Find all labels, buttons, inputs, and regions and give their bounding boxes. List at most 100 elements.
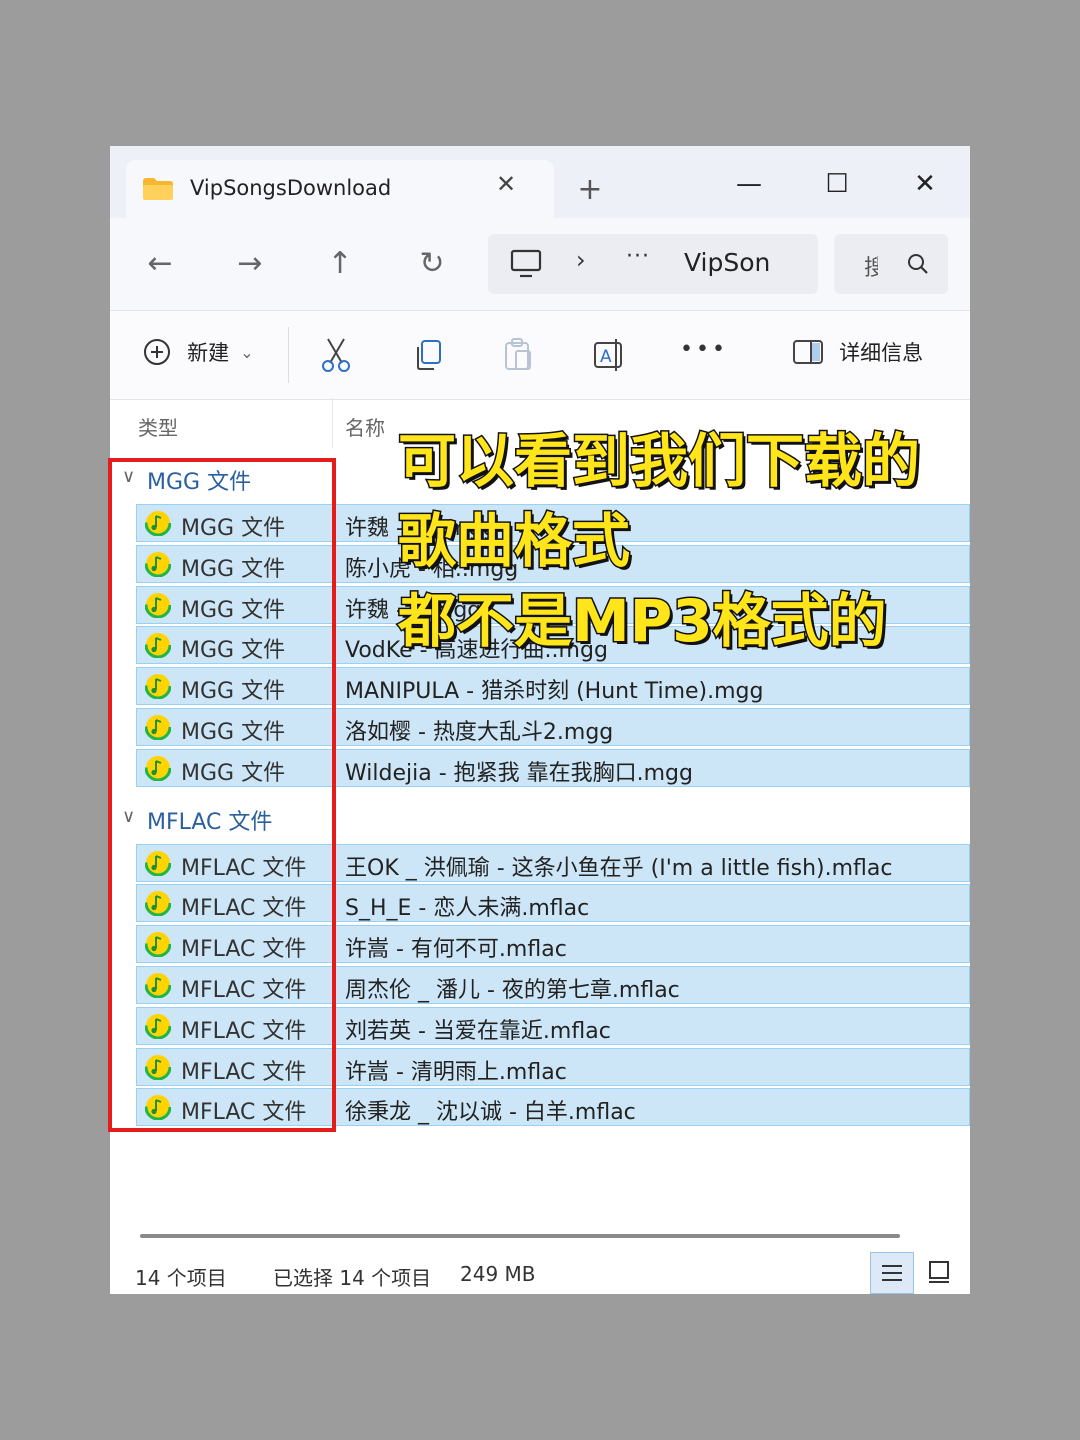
file-row[interactable]: MFLAC 文件 刘若英 - 当爱在靠近.mflac bbox=[136, 1006, 970, 1045]
add-circle-icon bbox=[144, 339, 170, 365]
cut-icon[interactable] bbox=[320, 337, 352, 373]
file-name[interactable]: Wildejia - 抱紧我 靠在我胸口.mgg bbox=[345, 755, 693, 787]
file-type: MFLAC 文件 bbox=[181, 978, 307, 1003]
file-row[interactable]: MGG 文件 洛如樱 - 热度大乱斗2.mgg bbox=[136, 708, 970, 746]
file-name[interactable]: 许嵩 - 有何不可.mflac bbox=[345, 931, 567, 963]
refresh-button[interactable]: ↻ bbox=[410, 242, 454, 286]
file-name[interactable]: 周杰伦 _ 潘儿 - 夜的第七章.mflac bbox=[345, 972, 680, 1004]
group-name: MGG 文件 bbox=[147, 470, 252, 495]
file-row[interactable]: MFLAC 文件 王OK _ 洪佩瑜 - 这条小鱼在乎 (I'm a little… bbox=[136, 843, 970, 882]
new-button-label: 新建 bbox=[187, 341, 230, 365]
new-button[interactable]: 新建 ⌄ bbox=[142, 337, 254, 373]
qq-music-icon bbox=[145, 849, 171, 876]
breadcrumb-overflow-button[interactable]: ··· bbox=[626, 244, 650, 269]
file-row[interactable]: MGG 文件 Wildejia - 抱紧我 靠在我胸口.mgg bbox=[136, 748, 970, 787]
file-type: MFLAC 文件 bbox=[181, 1100, 307, 1126]
paste-icon[interactable] bbox=[502, 337, 534, 373]
type-cell: MGG 文件 bbox=[137, 545, 333, 582]
file-row[interactable]: MGG 文件 MANIPULA - 猎杀时刻 (Hunt Time).mgg bbox=[136, 667, 970, 706]
type-cell: MFLAC 文件 bbox=[137, 844, 333, 881]
caption-line-1: 可以看到我们下载的 bbox=[396, 426, 921, 497]
type-cell: MFLAC 文件 bbox=[137, 1048, 333, 1085]
details-pane-icon bbox=[793, 340, 823, 364]
file-name[interactable]: 徐秉龙 _ 沈以诚 - 白羊.mflac bbox=[345, 1094, 636, 1126]
qq-music-icon bbox=[145, 632, 171, 659]
close-tab-icon[interactable]: ✕ bbox=[490, 170, 522, 198]
file-row[interactable]: MFLAC 文件 许嵩 - 有何不可.mflac bbox=[136, 925, 970, 964]
minimize-button[interactable]: — bbox=[724, 164, 774, 204]
file-type: MFLAC 文件 bbox=[181, 896, 307, 922]
search-placeholder: 搜 bbox=[864, 256, 878, 281]
chevron-down-icon: ⌄ bbox=[240, 342, 254, 362]
file-type: MGG 文件 bbox=[181, 516, 286, 541]
file-name[interactable]: 刘若英 - 当爱在靠近.mflac bbox=[345, 1013, 611, 1045]
chevron-down-icon[interactable]: ∨ bbox=[122, 466, 135, 487]
copy-icon[interactable] bbox=[412, 337, 444, 373]
back-button[interactable]: ← bbox=[138, 242, 182, 286]
file-type: MFLAC 文件 bbox=[181, 1018, 307, 1044]
column-divider[interactable] bbox=[332, 398, 333, 448]
file-row[interactable]: MFLAC 文件 许嵩 - 清明雨上.mflac bbox=[136, 1047, 970, 1086]
qq-music-icon bbox=[145, 972, 171, 998]
title-bar: VipSongsDownload ✕ + — ☐ ✕ bbox=[110, 146, 970, 218]
close-window-button[interactable]: ✕ bbox=[900, 164, 950, 204]
file-type: MGG 文件 bbox=[181, 556, 286, 582]
qq-music-icon bbox=[145, 673, 171, 700]
file-type: MGG 文件 bbox=[181, 720, 286, 745]
file-name[interactable]: 许嵩 - 清明雨上.mflac bbox=[345, 1054, 567, 1086]
type-cell: MFLAC 文件 bbox=[137, 926, 333, 963]
file-row[interactable]: MFLAC 文件 S_H_E - 恋人未满.mflac bbox=[136, 884, 970, 923]
tab-vipsongsdownload[interactable]: VipSongsDownload ✕ bbox=[126, 160, 554, 218]
more-options-button[interactable]: ••• bbox=[680, 337, 728, 373]
svg-text:A: A bbox=[600, 347, 612, 367]
breadcrumb-chevron-icon[interactable]: › bbox=[576, 246, 586, 274]
group-name: MFLAC 文件 bbox=[147, 809, 273, 835]
file-row[interactable]: MFLAC 文件 周杰伦 _ 潘儿 - 夜的第七章.mflac bbox=[136, 966, 970, 1004]
qq-music-icon bbox=[145, 890, 171, 917]
folder-icon bbox=[143, 178, 173, 200]
type-cell: MGG 文件 bbox=[137, 505, 333, 541]
type-cell: MGG 文件 bbox=[137, 627, 333, 664]
new-tab-button[interactable]: + bbox=[570, 170, 610, 210]
breadcrumb-current-folder[interactable]: VipSon bbox=[684, 248, 770, 277]
file-name[interactable]: 洛如樱 - 热度大乱斗2.mgg bbox=[345, 714, 613, 746]
qq-music-icon bbox=[145, 714, 171, 740]
details-pane-button[interactable]: 详细信息 bbox=[792, 337, 923, 373]
type-cell: MFLAC 文件 bbox=[137, 1089, 333, 1126]
type-cell: MFLAC 文件 bbox=[137, 967, 333, 1003]
file-name[interactable]: S_H_E - 恋人未满.mflac bbox=[345, 890, 589, 922]
file-explorer-window: VipSongsDownload ✕ + — ☐ ✕ ← → ↑ ↻ › ···… bbox=[110, 146, 970, 1294]
selection-count: 已选择 14 个项目 bbox=[273, 1266, 432, 1290]
file-name[interactable]: 王OK _ 洪佩瑜 - 这条小鱼在乎 (I'm a little fish).m… bbox=[345, 850, 893, 882]
item-count: 14 个项目 bbox=[135, 1266, 227, 1290]
list-view-icon bbox=[882, 1265, 902, 1281]
maximize-button[interactable]: ☐ bbox=[812, 164, 862, 204]
toolbar-divider bbox=[288, 327, 289, 383]
forward-button[interactable]: → bbox=[228, 242, 272, 286]
column-header-name[interactable]: 名称 bbox=[345, 412, 385, 441]
qq-music-icon bbox=[145, 1094, 171, 1121]
selection-size: 249 MB bbox=[460, 1262, 536, 1286]
group-header[interactable]: ∨ MFLAC 文件 bbox=[110, 798, 510, 838]
chevron-down-icon[interactable]: ∨ bbox=[122, 806, 135, 827]
search-box[interactable]: 搜 bbox=[834, 234, 948, 294]
type-cell: MGG 文件 bbox=[137, 749, 333, 786]
type-cell: MGG 文件 bbox=[137, 668, 333, 705]
status-bar: 14 个项目 已选择 14 个项目 249 MB bbox=[110, 1222, 970, 1294]
caption-line-2: 歌曲格式 bbox=[396, 506, 631, 577]
computer-icon bbox=[510, 249, 542, 278]
column-header-type[interactable]: 类型 bbox=[138, 412, 178, 441]
tiles-view-button[interactable] bbox=[918, 1252, 962, 1294]
qq-music-icon bbox=[145, 1053, 171, 1080]
file-name[interactable]: MANIPULA - 猎杀时刻 (Hunt Time).mgg bbox=[345, 673, 763, 705]
up-button[interactable]: ↑ bbox=[318, 242, 362, 286]
command-toolbar: 新建 ⌄ A ••• 详细信息 bbox=[110, 310, 970, 400]
tiles-view-icon bbox=[929, 1261, 949, 1283]
address-bar[interactable]: › ··· VipSon bbox=[488, 234, 818, 294]
horizontal-scrollbar[interactable] bbox=[140, 1234, 900, 1238]
tab-title: VipSongsDownload bbox=[190, 176, 392, 200]
details-view-button[interactable] bbox=[870, 1252, 914, 1294]
file-row[interactable]: MFLAC 文件 徐秉龙 _ 沈以诚 - 白羊.mflac bbox=[136, 1088, 970, 1127]
search-icon bbox=[908, 254, 928, 274]
rename-icon[interactable]: A bbox=[592, 337, 626, 373]
